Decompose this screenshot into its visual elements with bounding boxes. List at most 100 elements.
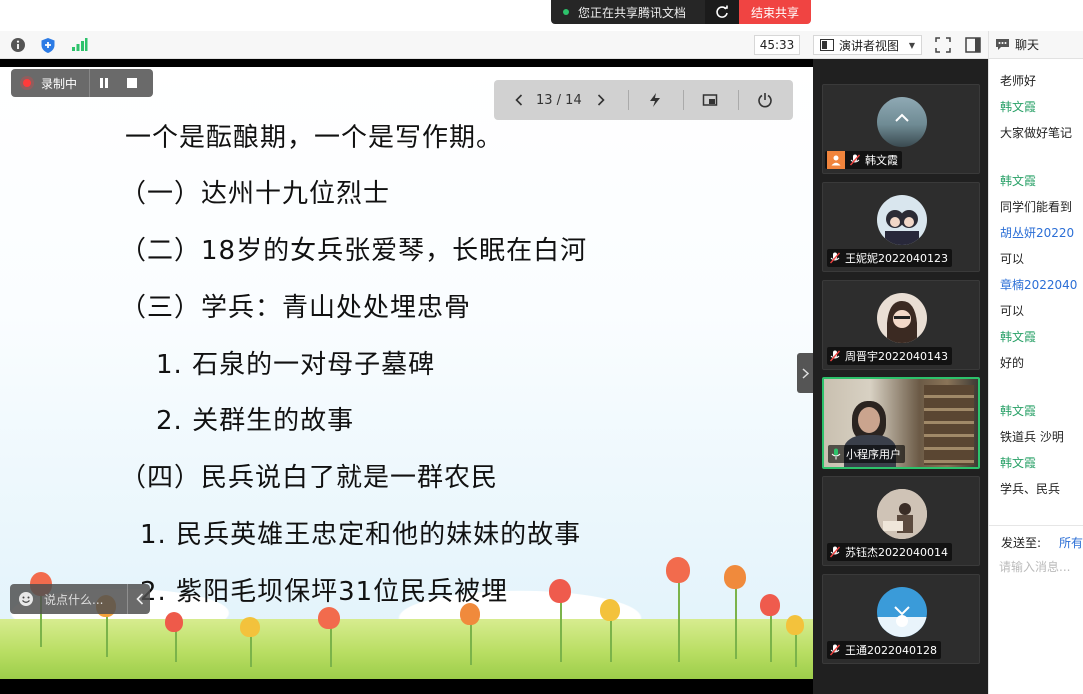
quick-chat-placeholder: 说点什么... [44,592,104,607]
send-to-label: 发送至: [1001,536,1042,550]
participant-name: 周晋宇2022040143 [845,350,948,363]
participant-name: 韩文霞 [865,154,898,167]
slide-line-8: 1. 民兵英雄王忠定和他的妹妹的故事 [140,520,582,550]
meeting-window: 您正在共享腾讯文档 结束共享 45:33 演讲者视图 ▼ 聊天 一个是酝酿期，一… [0,0,1083,694]
prev-page-button[interactable] [512,94,526,106]
sidebar-layout-icon [965,37,981,53]
window-icon [702,94,717,106]
avatar [877,195,927,245]
meeting-toolbar: 45:33 演讲者视图 ▼ [0,31,988,59]
slide-line-5: 1. 石泉的一对母子墓碑 [156,350,436,380]
participant-tile[interactable]: 苏钰杰2022040014 [822,476,980,566]
view-mode-select[interactable]: 演讲者视图 ▼ [813,35,922,55]
share-status-text: 您正在共享腾讯文档 [578,5,687,20]
avatar [877,97,927,147]
share-status: 您正在共享腾讯文档 [551,0,705,24]
recording-label: 录制中 [41,76,78,91]
mic-muted-icon [829,644,841,656]
sharing-dot-icon [563,9,569,15]
chat-compose: 发送至: 所有 请输入消息... [989,525,1083,694]
chat-message: 可以 [1000,252,1025,266]
fullscreen-icon [935,37,951,53]
network-status-button[interactable] [70,36,88,54]
stop-share-button[interactable]: 结束共享 [739,0,811,24]
chevron-left-icon [515,94,523,106]
lightning-icon [649,93,660,107]
mic-muted-icon [829,350,841,362]
chat-bubble-icon [996,39,1009,50]
chat-sender: 胡丛妍20220 [1000,226,1075,240]
chat-message-input[interactable]: 请输入消息... [999,558,1083,575]
refresh-icon [716,5,728,18]
switch-share-button[interactable] [705,0,739,24]
chevron-right-icon [801,367,809,379]
grass-decoration [0,619,813,679]
layout-toggle-button[interactable] [964,36,982,54]
stop-recording-button[interactable] [118,69,146,97]
info-button[interactable] [9,36,27,54]
slide-pager: 13 / 14 [494,80,793,120]
participant-name: 王通2022040128 [845,644,937,657]
participant-tile-active[interactable]: 小程序用户 [822,377,980,469]
shield-icon [41,37,55,53]
chevron-right-icon [597,94,605,106]
chat-sender: 韩文霞 [1000,100,1037,114]
view-mode-label: 演讲者视图 [839,38,900,53]
laser-pointer-button[interactable] [647,92,663,108]
share-banner: 您正在共享腾讯文档 结束共享 [0,0,1083,30]
emoji-icon [19,592,33,606]
slide-line-2: （一）达州十九位烈士 [120,179,391,209]
participant-name: 小程序用户 [846,448,901,461]
chat-header[interactable]: 聊天 [988,31,1083,59]
recording-control: 录制中 [11,69,153,97]
chat-sender: 韩文霞 [1000,456,1037,470]
slide-line-9: 2. 紫阳毛坝保坪31位民兵被埋 [140,577,509,607]
chevron-left-icon [136,593,144,605]
security-button[interactable] [39,36,57,54]
pause-icon [100,78,109,88]
chat-message: 可以 [1000,304,1025,318]
window-mode-button[interactable] [702,92,718,108]
send-to-select[interactable]: 所有 [1059,534,1083,551]
chat-message: 老师好 [1000,74,1037,88]
signal-icon [71,38,87,51]
quick-chat-input[interactable]: 说点什么... [10,584,150,614]
video-strip: 韩文霞 王妮妮2022040123 周晋宇2022040143 小程序用户 苏钰… [813,59,988,694]
avatar [877,489,927,539]
end-presentation-button[interactable] [757,92,773,108]
power-icon [757,93,772,108]
participant-name: 王妮妮2022040123 [845,252,948,265]
mic-muted-icon [849,154,861,166]
collapse-chat-button[interactable] [127,584,144,614]
chat-panel: 老师好 韩文霞 大家做好笔记 韩文霞 同学们能看到 胡丛妍20220 可以 章楠… [988,59,1083,694]
next-page-button[interactable] [594,94,608,106]
participant-tile[interactable]: 王通2022040128 [822,574,980,664]
participant-name: 苏钰杰2022040014 [845,546,948,559]
chat-title: 聊天 [1015,38,1040,52]
meeting-timer: 45:33 [754,35,800,55]
fullscreen-button[interactable] [934,36,952,54]
stop-icon [127,78,138,88]
host-badge-icon [827,151,845,169]
participant-tile[interactable]: 韩文霞 [822,84,980,174]
chevron-up-icon [895,113,909,122]
chevron-down-icon: ▼ [908,40,915,50]
avatar [877,293,927,343]
participant-tile[interactable]: 周晋宇2022040143 [822,280,980,370]
info-icon [11,38,25,52]
participant-tile[interactable]: 王妮妮2022040123 [822,182,980,272]
chat-message: 同学们能看到 [1000,200,1073,214]
recording-dot-icon [23,79,31,87]
chat-message: 大家做好笔记 [1000,126,1073,140]
chat-message: 好的 [1000,356,1025,370]
chat-message: 铁道兵 沙明 [1000,430,1064,444]
collapse-video-strip-button[interactable] [797,353,813,393]
presenter-view-icon [820,39,834,51]
slide-line-4: （三）学兵：青山处处埋忠骨 [120,293,472,323]
chat-sender: 章楠2022040 [1000,278,1078,292]
chat-sender: 韩文霞 [1000,174,1037,188]
chat-sender: 韩文霞 [1000,330,1037,344]
pause-recording-button[interactable] [90,69,118,97]
slide-line-3: （二）18岁的女兵张爱琴，长眠在白河 [120,236,588,266]
chat-sender: 韩文霞 [1000,404,1037,418]
